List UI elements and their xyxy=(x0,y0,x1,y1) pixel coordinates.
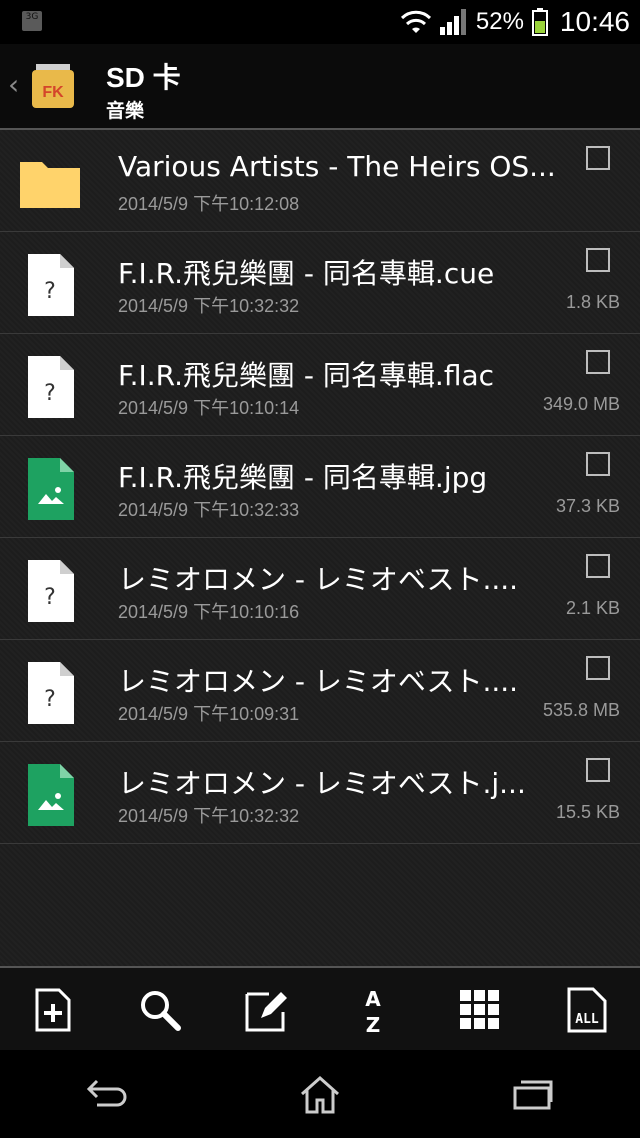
svg-text:?: ? xyxy=(44,687,56,712)
image-file-icon xyxy=(28,764,74,826)
back-icon xyxy=(86,1079,127,1107)
select-checkbox[interactable] xyxy=(586,758,610,782)
file-date: 2014/5/9 下午10:32:33 xyxy=(118,500,300,520)
bottom-toolbar: A Z ALL xyxy=(0,966,640,1052)
logo-text: FK xyxy=(42,84,64,101)
signal-icon xyxy=(439,9,466,35)
file-size: 15.5 KB xyxy=(555,802,620,822)
svg-text:Z: Z xyxy=(366,1013,381,1034)
edit-button[interactable] xyxy=(239,982,295,1038)
file-date: 2014/5/9 下午10:10:16 xyxy=(118,602,300,622)
file-date: 2014/5/9 下午10:09:31 xyxy=(118,704,300,724)
list-item[interactable]: ? F.I.R.飛兒樂團 - 同名專輯.flac 2014/5/9 下午10:1… xyxy=(0,334,640,436)
unknown-file-icon: ? xyxy=(28,662,74,724)
recent-apps-icon xyxy=(513,1080,553,1110)
unknown-file-icon: ? xyxy=(28,254,74,316)
search-icon xyxy=(140,991,181,1031)
battery-percent: 52% xyxy=(475,8,524,35)
up-navigation-chevron-icon[interactable]: ‹ xyxy=(8,68,19,101)
select-all-button[interactable]: ALL xyxy=(559,982,615,1038)
home-button[interactable] xyxy=(290,1069,350,1119)
list-item[interactable]: F.I.R.飛兒樂團 - 同名專輯.jpg 2014/5/9 下午10:32:3… xyxy=(0,436,640,538)
status-bar: 3G 52% 10:46 xyxy=(0,0,640,44)
battery-icon xyxy=(531,8,548,36)
edit-icon xyxy=(245,992,287,1032)
page-subtitle: 音樂 xyxy=(106,100,145,122)
file-size: 349.0 MB xyxy=(542,394,620,414)
svg-text:ALL: ALL xyxy=(575,1012,599,1027)
home-icon xyxy=(300,1075,339,1114)
select-checkbox[interactable] xyxy=(586,146,610,170)
wifi-icon xyxy=(400,10,431,33)
grid-view-icon xyxy=(459,990,499,1029)
select-checkbox[interactable] xyxy=(586,452,610,476)
list-item[interactable]: ? F.I.R.飛兒樂團 - 同名專輯.cue 2014/5/9 下午10:32… xyxy=(0,232,640,334)
file-date: 2014/5/9 下午10:32:32 xyxy=(118,806,300,826)
list-item[interactable]: レミオロメン - レミオベスト.j... 2014/5/9 下午10:32:32… xyxy=(0,742,640,844)
grid-view-button[interactable] xyxy=(452,982,508,1038)
sort-button[interactable]: A Z xyxy=(345,982,401,1038)
unknown-file-icon: ? xyxy=(28,560,74,622)
file-date: 2014/5/9 下午10:12:08 xyxy=(118,194,300,214)
clock: 10:46 xyxy=(559,6,630,37)
file-name: レミオロメン - レミオベスト.j... xyxy=(118,767,526,800)
new-file-button[interactable] xyxy=(25,982,81,1038)
svg-text:A: A xyxy=(366,987,382,1011)
sort-az-icon: A Z xyxy=(366,987,382,1034)
page-title: SD 卡 xyxy=(106,62,181,93)
file-name: F.I.R.飛兒樂團 - 同名專輯.cue xyxy=(118,257,495,290)
select-checkbox[interactable] xyxy=(586,554,610,578)
select-all-icon: ALL xyxy=(567,987,607,1033)
back-button[interactable] xyxy=(77,1069,137,1119)
select-checkbox[interactable] xyxy=(586,656,610,680)
unknown-file-icon: ? xyxy=(28,356,74,418)
select-checkbox[interactable] xyxy=(586,248,610,272)
select-checkbox[interactable] xyxy=(586,350,610,374)
system-navigation-bar xyxy=(0,1050,640,1138)
network-type-icon: 3G xyxy=(22,11,42,31)
recent-apps-button[interactable] xyxy=(503,1069,563,1119)
file-list[interactable]: Various Artists - The Heirs OS... 2014/5… xyxy=(0,130,640,966)
app-logo-icon[interactable]: FK xyxy=(30,64,76,110)
list-item[interactable]: ? レミオロメン - レミオベスト.... 2014/5/9 下午10:09:3… xyxy=(0,640,640,742)
image-file-icon xyxy=(28,458,74,520)
file-name: F.I.R.飛兒樂團 - 同名專輯.flac xyxy=(118,359,495,392)
app-header xyxy=(0,44,640,128)
svg-text:?: ? xyxy=(44,279,56,304)
file-size: 535.8 MB xyxy=(542,700,620,720)
file-size: 37.3 KB xyxy=(555,496,620,516)
new-file-icon xyxy=(35,988,71,1032)
file-size: 2.1 KB xyxy=(565,598,620,618)
file-name: Various Artists - The Heirs OS... xyxy=(118,150,556,183)
file-date: 2014/5/9 下午10:32:32 xyxy=(118,296,300,316)
file-name: F.I.R.飛兒樂團 - 同名專輯.jpg xyxy=(118,461,488,494)
file-name: レミオロメン - レミオベスト.... xyxy=(118,563,519,596)
file-size: 1.8 KB xyxy=(565,292,620,312)
folder-icon xyxy=(20,162,80,208)
list-item[interactable]: ? レミオロメン - レミオベスト.... 2014/5/9 下午10:10:1… xyxy=(0,538,640,640)
svg-text:?: ? xyxy=(44,585,56,610)
file-date: 2014/5/9 下午10:10:14 xyxy=(118,398,300,418)
search-button[interactable] xyxy=(132,982,188,1038)
list-item[interactable]: Various Artists - The Heirs OS... 2014/5… xyxy=(0,130,640,232)
file-name: レミオロメン - レミオベスト.... xyxy=(118,665,519,698)
svg-text:?: ? xyxy=(44,381,56,406)
